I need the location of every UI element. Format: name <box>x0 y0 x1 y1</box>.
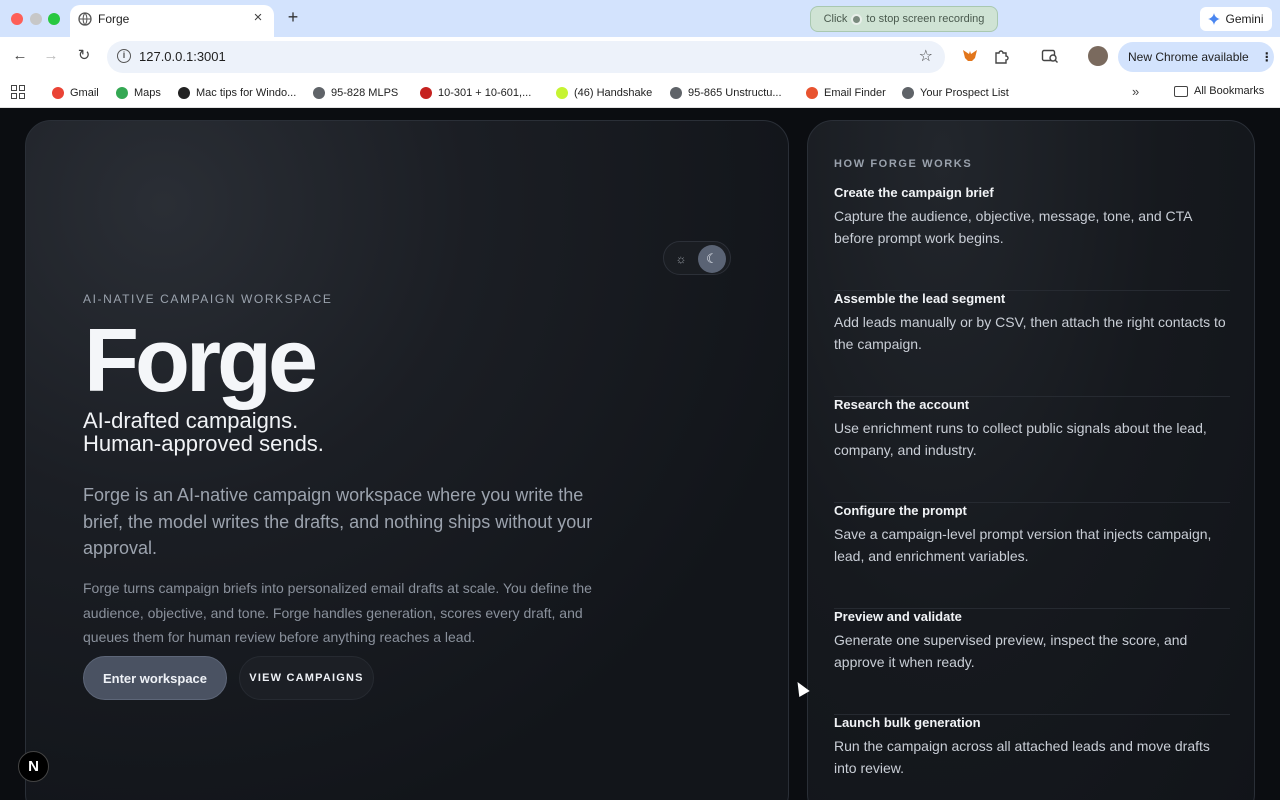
reload-icon[interactable]: ↻ <box>73 45 95 67</box>
bookmark-favicon-icon <box>902 87 914 99</box>
profile-avatar[interactable] <box>1088 46 1108 66</box>
minimize-window-button[interactable] <box>30 13 42 25</box>
hero-tagline: AI-drafted campaigns. Human-approved sen… <box>83 408 324 456</box>
bookmark-item[interactable]: Your Prospect List <box>902 85 1009 101</box>
browser-toolbar: ← → ↻ i 127.0.0.1:3001 ☆ New Chrome avai… <box>0 37 1280 77</box>
close-window-button[interactable] <box>11 13 23 25</box>
new-tab-button[interactable]: + <box>284 7 302 28</box>
step-title: Research the account <box>834 397 970 412</box>
step-title: Preview and validate <box>834 609 962 624</box>
globe-icon <box>78 12 92 26</box>
step-item: Assemble the lead segment Add leads manua… <box>834 291 1230 397</box>
bookmark-item[interactable]: Email Finder <box>806 85 886 101</box>
step-title: Create the campaign brief <box>834 185 994 200</box>
step-title: Launch bulk generation <box>834 715 981 730</box>
bookmark-favicon-icon <box>178 87 190 99</box>
folder-icon <box>1174 85 1188 97</box>
enter-workspace-button[interactable]: Enter workspace <box>83 656 227 700</box>
hero-eyebrow: AI-NATIVE CAMPAIGN WORKSPACE <box>83 292 333 306</box>
more-bookmarks-icon[interactable]: » <box>1132 84 1139 99</box>
nextjs-dev-badge[interactable]: N <box>18 751 49 782</box>
bookmark-favicon-icon <box>116 87 128 99</box>
bookmark-item[interactable]: 95-828 MLPS <box>313 85 398 101</box>
bookmark-favicon-icon <box>806 87 818 99</box>
brand-wordmark: Forge <box>84 311 318 411</box>
new-chrome-available-button[interactable]: New Chrome available ⋮ <box>1118 42 1274 72</box>
section-heading: HOW FORGE WORKS <box>834 158 973 170</box>
more-menu-icon[interactable]: ⋮ <box>1261 50 1273 64</box>
back-arrow-icon[interactable]: ← <box>9 45 31 67</box>
metamask-fox-icon[interactable] <box>961 47 979 65</box>
address-bar-url[interactable]: 127.0.0.1:3001 <box>139 49 226 64</box>
bookmark-favicon-icon <box>313 87 325 99</box>
hero-panel: ☼ ☾ AI-NATIVE CAMPAIGN WORKSPACE Forge A… <box>25 120 789 800</box>
apps-grid-icon[interactable] <box>11 85 25 99</box>
gemini-sparkle-icon <box>1208 13 1221 25</box>
hero-body-paragraph: Forge turns campaign briefs into persona… <box>83 580 592 645</box>
how-forge-works-panel: HOW FORGE WORKS Create the campaign brie… <box>807 120 1255 800</box>
bookmark-favicon-icon <box>420 87 432 99</box>
bookmark-item[interactable]: Maps <box>116 85 161 101</box>
bookmark-item[interactable]: 10-301 + 10-601,... <box>420 85 531 101</box>
extensions-puzzle-icon[interactable] <box>993 47 1011 65</box>
stop-recording-hint[interactable]: Click to stop screen recording <box>810 6 998 32</box>
maximize-window-button[interactable] <box>48 13 60 25</box>
step-description: Run the campaign across all attached lea… <box>834 738 1210 776</box>
moon-icon[interactable]: ☾ <box>698 245 726 273</box>
bookmark-item[interactable]: Gmail <box>52 85 99 101</box>
step-description: Add leads manually or by CSV, then attac… <box>834 314 1226 352</box>
close-tab-icon[interactable]: × <box>250 9 266 26</box>
browser-tab-forge[interactable]: Forge × <box>70 5 274 37</box>
bookmark-item[interactable]: 95-865 Unstructu... <box>670 85 782 101</box>
view-campaigns-button[interactable]: VIEW CAMPAIGNS <box>239 656 374 700</box>
bookmark-item[interactable]: Mac tips for Windo... <box>178 85 296 101</box>
site-info-icon[interactable]: i <box>117 49 131 63</box>
tab-search-icon[interactable] <box>1041 47 1059 65</box>
step-title: Assemble the lead segment <box>834 291 1006 306</box>
step-title: Configure the prompt <box>834 503 967 518</box>
step-description: Capture the audience, objective, message… <box>834 208 1192 246</box>
step-description: Use enrichment runs to collect public si… <box>834 420 1207 458</box>
bookmark-item[interactable]: (46) Handshake <box>556 85 652 101</box>
bookmarks-bar: Gmail Maps Mac tips for Windo... 95-828 MLP… <box>0 77 1280 108</box>
step-item: Configure the prompt Save a campaign-leve… <box>834 503 1230 609</box>
bookmark-favicon-icon <box>556 87 568 99</box>
gemini-button[interactable]: Gemini <box>1200 7 1272 31</box>
page-content: ☼ ☾ AI-NATIVE CAMPAIGN WORKSPACE Forge A… <box>0 108 1280 800</box>
step-item: Research the account Use enrichment runs … <box>834 397 1230 503</box>
browser-tab-strip: Forge × + Click to stop screen recording… <box>0 0 1280 37</box>
forward-arrow-icon[interactable]: → <box>40 45 62 67</box>
step-item: Preview and validate Generate one supervi… <box>834 609 1230 715</box>
step-item: Launch bulk generation Run the campaign a… <box>834 715 1230 800</box>
record-stop-icon <box>851 13 863 25</box>
bookmark-star-icon[interactable]: ☆ <box>919 46 933 66</box>
address-bar[interactable]: i 127.0.0.1:3001 ☆ <box>107 41 945 73</box>
tab-title: Forge <box>98 12 130 26</box>
step-description: Save a campaign-level prompt version tha… <box>834 526 1212 564</box>
bookmark-favicon-icon <box>670 87 682 99</box>
bookmark-favicon-icon <box>52 87 64 99</box>
step-item: Create the campaign brief Capture the aud… <box>834 185 1230 291</box>
step-description: Generate one supervised preview, inspect… <box>834 632 1188 670</box>
all-bookmarks-button[interactable]: All Bookmarks <box>1174 85 1264 97</box>
theme-toggle[interactable]: ☼ ☾ <box>663 241 731 275</box>
sun-icon[interactable]: ☼ <box>670 248 692 270</box>
hero-lead-paragraph: Forge is an AI-native campaign workspace… <box>83 485 593 558</box>
